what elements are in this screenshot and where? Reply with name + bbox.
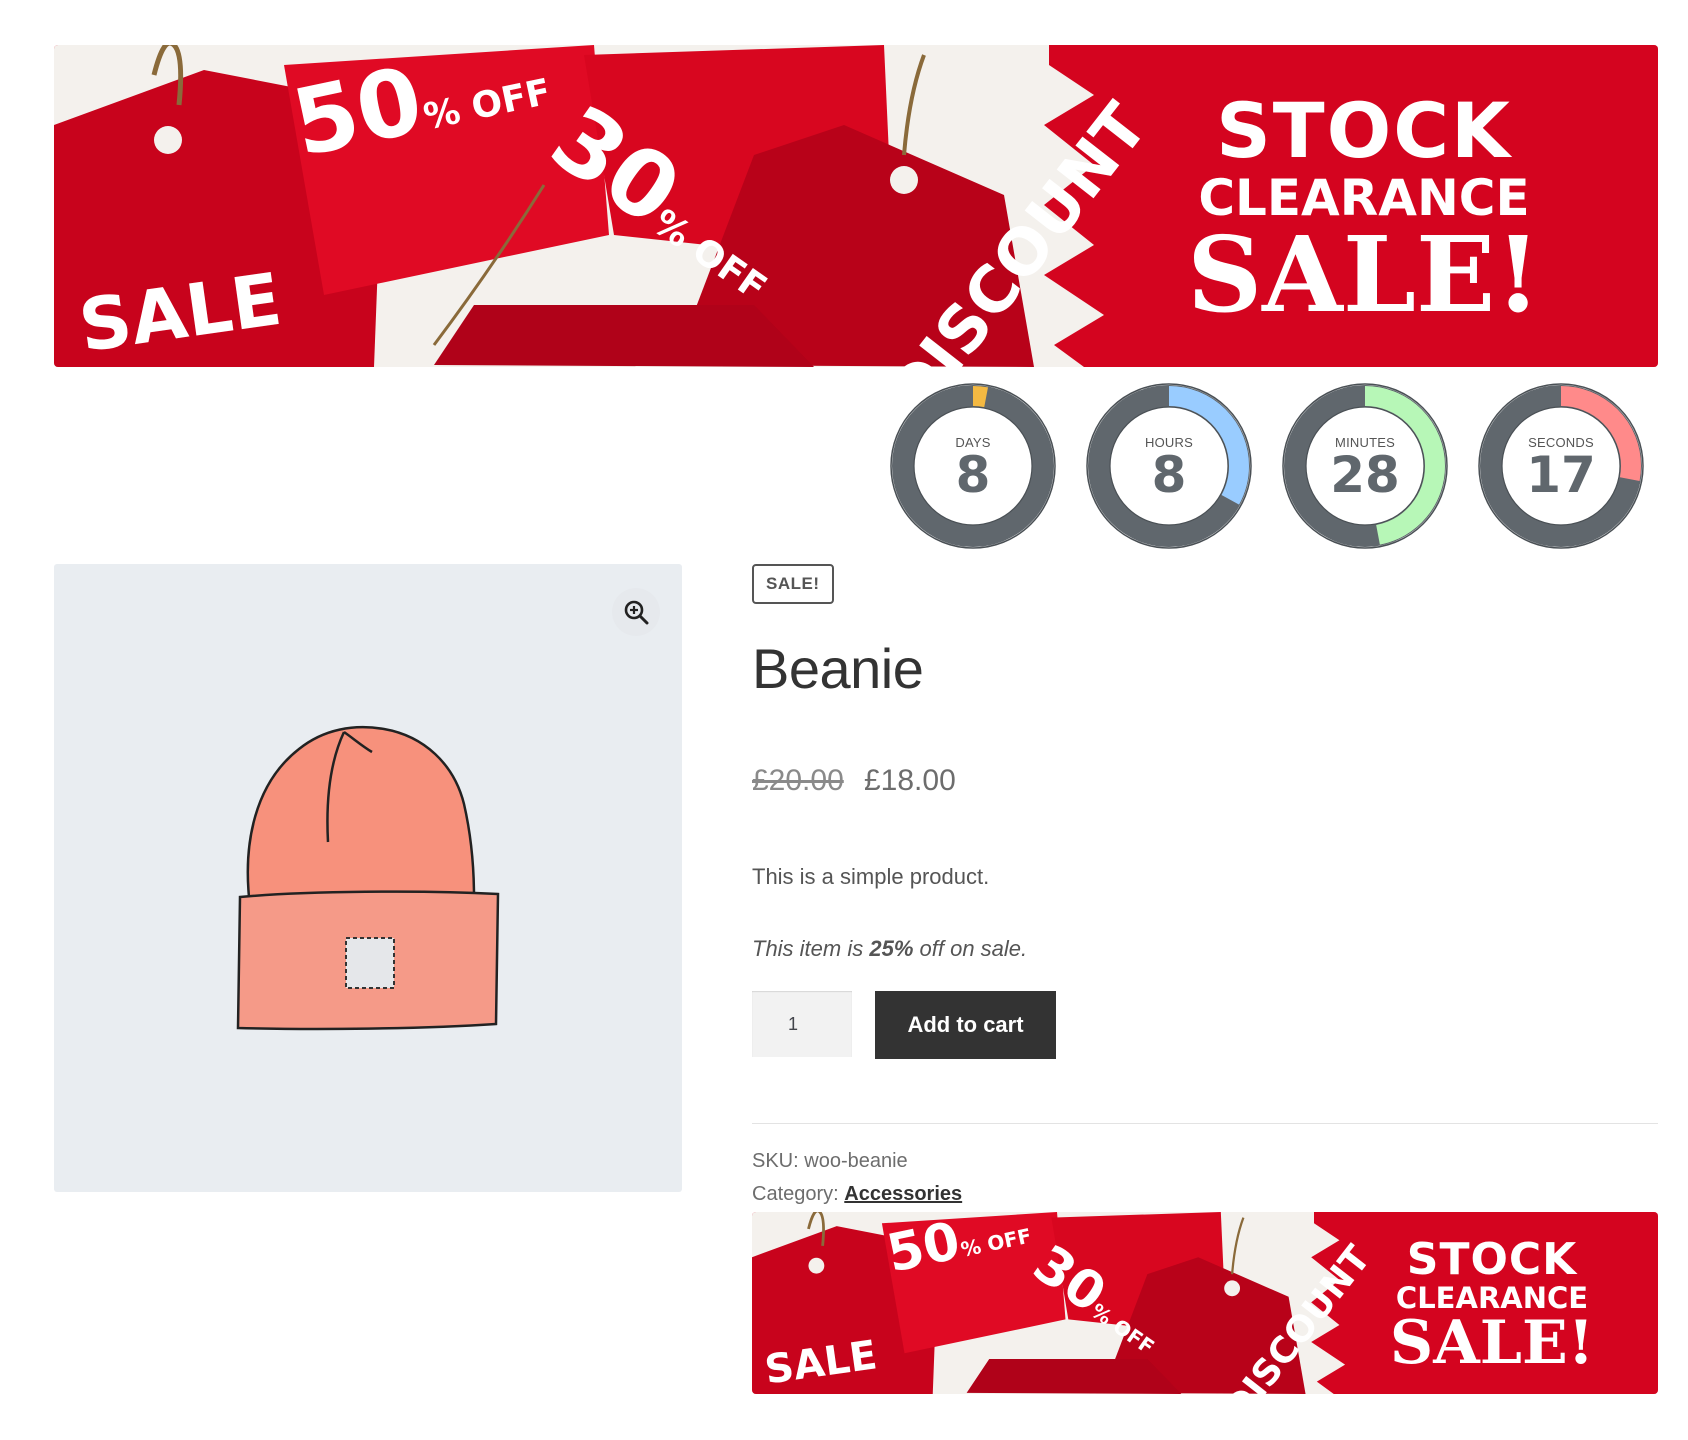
top-sale-banner: 50% OFF 30% OFF SALE DISCOUNT STOCK CLEA… <box>54 45 1658 367</box>
beanie-illustration <box>236 725 500 1031</box>
category-link-accessories[interactable]: Accessories <box>844 1183 962 1205</box>
sale-badge: SALE! <box>752 564 834 604</box>
add-to-cart-button[interactable]: Add to cart <box>875 991 1056 1059</box>
product-gallery-image[interactable] <box>54 564 682 1192</box>
countdown-hours-value: 8 <box>1151 446 1187 504</box>
quantity-input[interactable] <box>752 991 852 1057</box>
sale-note-prefix: This item is <box>752 936 870 961</box>
price-original: £20.00 <box>752 764 844 797</box>
banner-headline: STOCK CLEARANCE SALE! <box>1164 93 1564 327</box>
sku-label: SKU: <box>752 1150 799 1172</box>
zoom-in-icon <box>624 600 649 625</box>
bottom-sale-banner: 50% OFF 30% OFF SALE DISCOUNT STOCK CLEA… <box>752 1212 1658 1394</box>
product-title: Beanie <box>752 637 924 700</box>
sku-value: woo-beanie <box>804 1150 908 1172</box>
banner-small-headline-line3: SALE! <box>1389 1308 1595 1378</box>
zoom-button[interactable] <box>612 588 660 636</box>
meta-divider <box>752 1123 1658 1124</box>
banner-small-headline-line1: STOCK <box>1406 1234 1578 1285</box>
countdown-timer: DAYS 8 HOURS 8 MINUTES 28 SECONDS 17 <box>890 383 1650 549</box>
sale-note-percent: 25% <box>869 936 914 961</box>
countdown-seconds: SECONDS 17 <box>1478 383 1644 549</box>
product-category: Category: Accessories <box>752 1183 962 1206</box>
countdown-minutes: MINUTES 28 <box>1282 383 1448 549</box>
countdown-days-value: 8 <box>955 446 991 504</box>
countdown-hours: HOURS 8 <box>1086 383 1252 549</box>
category-label: Category: <box>752 1183 839 1205</box>
countdown-days: DAYS 8 <box>890 383 1056 549</box>
product-sku: SKU: woo-beanie <box>752 1150 908 1173</box>
product-short-description: This is a simple product. <box>752 864 990 889</box>
banner-headline-line3: SALE! <box>1187 213 1541 336</box>
countdown-minutes-value: 28 <box>1330 446 1400 504</box>
banner-headline-line1: STOCK <box>1216 86 1512 175</box>
countdown-seconds-value: 17 <box>1526 446 1596 504</box>
sale-percentage-note: This item is 25% off on sale. <box>752 936 1027 962</box>
banner-small-headline: STOCK CLEARANCE SALE! <box>1372 1234 1612 1378</box>
sale-note-suffix: off on sale. <box>913 936 1028 961</box>
price-sale: £18.00 <box>864 764 956 797</box>
